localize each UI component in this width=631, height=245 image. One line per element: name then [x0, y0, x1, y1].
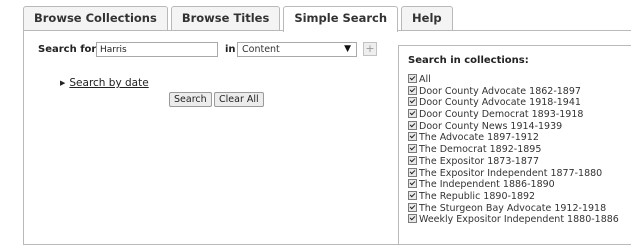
collection-item[interactable]: The Sturgeon Bay Advocate 1912-1918 [408, 202, 619, 215]
collection-item[interactable]: Door County Advocate 1862-1897 [408, 85, 619, 98]
checkbox-checked-icon[interactable] [408, 74, 417, 83]
checkbox-checked-icon[interactable] [408, 144, 417, 154]
tab-bar: Browse Collections Browse Titles Simple … [23, 6, 456, 32]
tab-help[interactable]: Help [401, 6, 453, 30]
chevron-down-icon: ▼ [344, 44, 351, 54]
caret-right-icon: ▶ [60, 79, 66, 87]
add-search-field-button[interactable]: + [363, 42, 377, 56]
checkbox-checked-icon[interactable] [408, 179, 417, 189]
checkbox-checked-icon[interactable] [408, 132, 417, 142]
search-by-date-link[interactable]: Search by date [69, 77, 148, 89]
checkbox-checked-icon[interactable] [408, 109, 417, 119]
collection-item[interactable]: The Republic 1890-1892 [408, 190, 619, 203]
collection-item[interactable]: The Democrat 1892-1895 [408, 144, 619, 156]
search-field-value: Content [242, 44, 280, 55]
checkbox-checked-icon[interactable] [408, 120, 417, 130]
checkbox-checked-icon[interactable] [408, 155, 417, 165]
search-by-date-toggle[interactable]: ▶ Search by date [60, 77, 149, 89]
in-label: in [225, 44, 236, 55]
collections-title: Search in collections: [408, 55, 529, 66]
collections-box: Search in collections: All Door County A… [398, 45, 631, 245]
collection-item[interactable]: Weekly Expositor Independent 1880-1886 [408, 214, 619, 226]
checkbox-checked-icon[interactable] [408, 202, 417, 212]
clear-all-button[interactable]: Clear All [214, 92, 264, 107]
collection-item[interactable]: All [408, 74, 619, 86]
search-for-label: Search for [38, 44, 97, 55]
tab-browse-titles[interactable]: Browse Titles [170, 6, 281, 30]
collection-item[interactable]: Door County News 1914-1939 [408, 120, 619, 133]
search-input[interactable] [96, 42, 218, 57]
checkbox-checked-icon[interactable] [408, 97, 417, 107]
checkbox-checked-icon[interactable] [408, 167, 417, 177]
search-field-select[interactable]: Content ▼ [237, 42, 357, 57]
tab-simple-search[interactable]: Simple Search [283, 6, 399, 32]
collection-item[interactable]: The Advocate 1897-1912 [408, 132, 619, 144]
tab-browse-collections[interactable]: Browse Collections [23, 6, 168, 30]
collections-list: All Door County Advocate 1862-1897 Door … [408, 74, 619, 226]
collection-item[interactable]: The Expositor 1873-1877 [408, 155, 619, 168]
search-button[interactable]: Search [169, 92, 212, 107]
collection-item[interactable]: Door County Democrat 1893-1918 [408, 109, 619, 121]
collection-item[interactable]: The Expositor Independent 1877-1880 [408, 167, 619, 180]
checkbox-checked-icon[interactable] [408, 214, 417, 224]
collection-item[interactable]: Door County Advocate 1918-1941 [408, 97, 619, 109]
checkbox-checked-icon[interactable] [408, 85, 417, 95]
checkbox-checked-icon[interactable] [408, 190, 417, 200]
collection-item[interactable]: The Independent 1886-1890 [408, 179, 619, 191]
